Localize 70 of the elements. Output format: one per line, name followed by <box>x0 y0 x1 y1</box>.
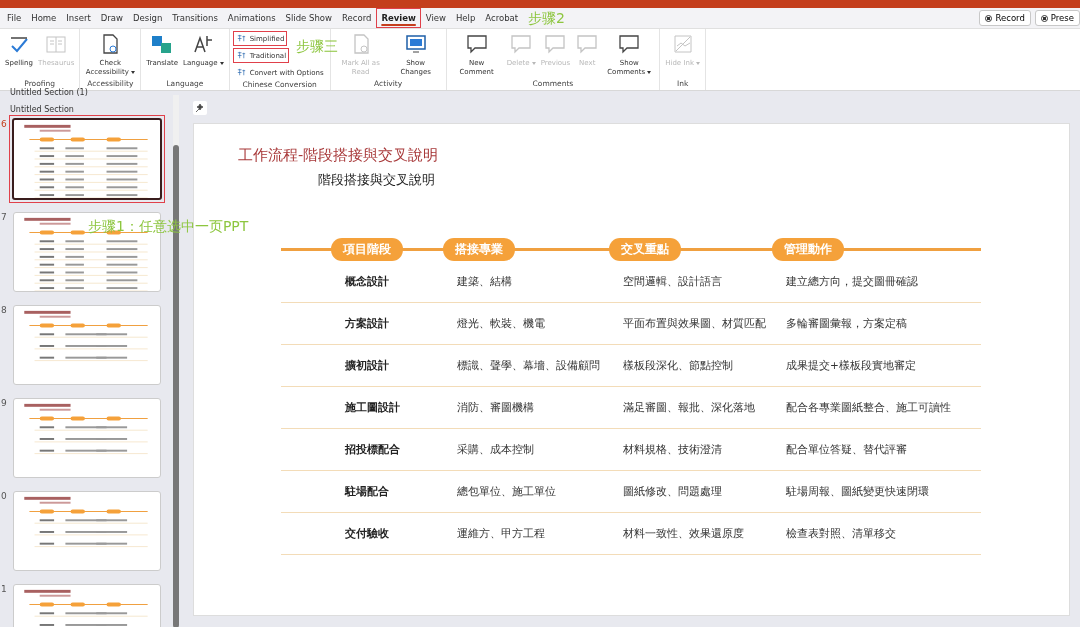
table-cell: 消防、審圖機構 <box>443 387 609 429</box>
ribbon-tab[interactable]: View <box>420 8 451 28</box>
conversion-icon <box>235 67 247 78</box>
slide-number: 6 <box>0 119 8 129</box>
slide-tool-button[interactable] <box>193 101 207 115</box>
slide-number: 8 <box>0 305 8 315</box>
section-header[interactable]: Untitled Section (1) <box>0 87 185 98</box>
column-header: 管理動作 <box>772 237 844 261</box>
comment-icon <box>575 32 600 56</box>
slide-subtitle: 階段搭接與交叉說明 <box>318 171 436 189</box>
conversion-icon <box>235 50 247 61</box>
table-cell: 多輪審圖彙報，方案定稿 <box>772 303 981 345</box>
section-header[interactable]: Untitled Section <box>0 104 185 115</box>
table-cell: 運維方、甲方工程 <box>443 513 609 555</box>
table-cell: 采購、成本控制 <box>443 429 609 471</box>
slide-title: 工作流程-階段搭接與交叉說明 <box>238 146 440 165</box>
comment-icon <box>617 32 642 56</box>
table-cell: 檢查表對照、清單移交 <box>772 513 981 555</box>
table-cell: 樣板段深化、節點控制 <box>609 345 772 387</box>
comment-icon <box>509 32 534 56</box>
table-cell: 材料一致性、效果還原度 <box>609 513 772 555</box>
table-cell: 成果提交+樣板段實地審定 <box>772 345 981 387</box>
table-cell: 平面布置與效果圖、材質匹配 <box>609 303 772 345</box>
table-cell: 擴初設計 <box>331 345 443 387</box>
table-cell: 配合單位答疑、替代評審 <box>772 429 981 471</box>
annotation-text: 步骤2 <box>528 10 565 28</box>
table-cell: 駐場配合 <box>331 471 443 513</box>
slide-number: 9 <box>0 398 8 408</box>
ribbon-tab[interactable]: Review <box>376 8 421 28</box>
table-cell: 圖紙修改、問題處理 <box>609 471 772 513</box>
column-header: 交叉重點 <box>609 237 681 261</box>
table-cell: 方案設計 <box>331 303 443 345</box>
table-cell: 材料規格、技術澄清 <box>609 429 772 471</box>
conversion-icon <box>235 33 247 44</box>
table-cell: 空間邏輯、設計語言 <box>609 261 772 303</box>
table-cell: 施工圖設計 <box>331 387 443 429</box>
table-cell: 招投標配合 <box>331 429 443 471</box>
table-cell: 燈光、軟裝、機電 <box>443 303 609 345</box>
table-cell: 概念設計 <box>331 261 443 303</box>
ribbon-tab[interactable]: Slide Show <box>280 8 337 28</box>
ribbon-tab[interactable]: Design <box>127 8 168 28</box>
record-button[interactable]: Record <box>979 10 1031 26</box>
column-header: 項目階段 <box>331 237 403 261</box>
comment-icon <box>543 32 568 56</box>
slide-number: 0 <box>0 491 8 501</box>
table-cell: 滿足審圖、報批、深化落地 <box>609 387 772 429</box>
table-cell: 配合各專業圖紙整合、施工可讀性 <box>772 387 981 429</box>
slide-number: 7 <box>0 212 8 222</box>
ribbon-tab[interactable]: Record <box>337 8 377 28</box>
monitor-icon <box>403 32 428 56</box>
table-cell: 建築、結構 <box>443 261 609 303</box>
comment-icon <box>464 32 489 56</box>
ribbon-tab[interactable]: Help <box>450 8 481 28</box>
table-cell: 駐場周報、圖紙變更快速閉環 <box>772 471 981 513</box>
ribbon-tab[interactable]: Transitions <box>167 8 223 28</box>
ribbon-tab[interactable]: File <box>2 8 27 28</box>
table-cell: 總包單位、施工單位 <box>443 471 609 513</box>
ribbon-tab[interactable]: Draw <box>95 8 128 28</box>
table-cell: 建立總方向，提交圖冊確認 <box>772 261 981 303</box>
slide-number: 1 <box>0 584 8 594</box>
pin-icon <box>195 103 205 113</box>
annotation-text: 步骤三 <box>296 38 338 56</box>
ribbon-tab[interactable]: Home <box>26 8 62 28</box>
column-header: 搭接專業 <box>443 237 515 261</box>
table-cell: 標識、聲學、幕墻、設備顧問 <box>443 345 609 387</box>
ribbon-tab[interactable]: Insert <box>61 8 96 28</box>
present-button[interactable]: Prese <box>1034 10 1080 26</box>
ribbon-tab[interactable]: Acrobat <box>480 8 524 28</box>
table-cell: 交付驗收 <box>331 513 443 555</box>
ribbon-tab[interactable]: Animations <box>222 8 281 28</box>
